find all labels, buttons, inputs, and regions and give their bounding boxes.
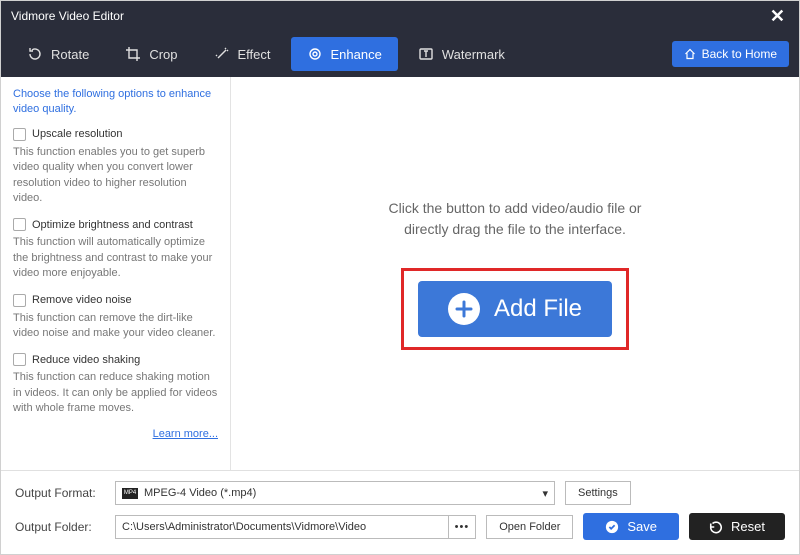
output-folder-row: Output Folder: C:\Users\Administrator\Do… xyxy=(15,513,785,540)
tab-label: Rotate xyxy=(51,47,89,62)
plus-icon xyxy=(448,293,480,325)
checkbox-icon[interactable] xyxy=(13,353,26,366)
app-title: Vidmore Video Editor xyxy=(11,9,766,23)
enhance-options-panel: Choose the following options to enhance … xyxy=(1,77,231,470)
body: Choose the following options to enhance … xyxy=(1,77,799,470)
crop-icon xyxy=(125,46,141,62)
home-button-label: Back to Home xyxy=(702,47,777,61)
tab-label: Enhance xyxy=(331,47,382,62)
settings-button[interactable]: Settings xyxy=(565,481,631,505)
toolbar: Rotate Crop Effect Enhance Watermark xyxy=(1,31,799,77)
tab-label: Crop xyxy=(149,47,177,62)
add-file-highlight: Add File xyxy=(401,268,629,350)
save-label: Save xyxy=(627,519,657,534)
home-icon xyxy=(684,48,696,60)
titlebar: Vidmore Video Editor ✕ xyxy=(1,1,799,31)
option-label: Remove video noise xyxy=(32,294,132,306)
option-brightness-desc: This function will automatically optimiz… xyxy=(13,235,218,281)
browse-folder-button[interactable]: ••• xyxy=(448,516,470,538)
tab-label: Effect xyxy=(238,47,271,62)
output-folder-label: Output Folder: xyxy=(15,520,105,534)
option-shaking-desc: This function can reduce shaking motion … xyxy=(13,370,218,416)
format-icon: MP4 xyxy=(122,488,138,499)
save-button[interactable]: Save xyxy=(583,513,679,540)
drop-hint: Click the button to add video/audio file… xyxy=(389,198,642,240)
enhance-icon xyxy=(307,46,323,62)
tab-effect[interactable]: Effect xyxy=(198,37,287,71)
add-file-button[interactable]: Add File xyxy=(418,281,612,337)
back-to-home-button[interactable]: Back to Home xyxy=(672,41,789,67)
output-format-value: MPEG-4 Video (*.mp4) xyxy=(144,487,256,499)
learn-more-link[interactable]: Learn more... xyxy=(13,428,218,440)
effect-icon xyxy=(214,46,230,62)
checkbox-icon[interactable] xyxy=(13,294,26,307)
reset-icon xyxy=(709,520,723,534)
tab-label: Watermark xyxy=(442,47,505,62)
open-folder-label: Open Folder xyxy=(499,521,560,533)
hint-line: directly drag the file to the interface. xyxy=(389,219,642,240)
output-format-label: Output Format: xyxy=(15,486,105,500)
checkbox-icon[interactable] xyxy=(13,128,26,141)
option-brightness[interactable]: Optimize brightness and contrast xyxy=(13,218,218,231)
tab-crop[interactable]: Crop xyxy=(109,37,193,71)
watermark-icon xyxy=(418,46,434,62)
rotate-icon xyxy=(27,46,43,62)
settings-label: Settings xyxy=(578,487,618,499)
footer: Output Format: MP4 MPEG-4 Video (*.mp4) … xyxy=(1,470,799,554)
sidebar-intro: Choose the following options to enhance … xyxy=(13,87,218,118)
option-upscale[interactable]: Upscale resolution xyxy=(13,128,218,141)
output-format-row: Output Format: MP4 MPEG-4 Video (*.mp4) … xyxy=(15,481,785,505)
output-folder-field[interactable]: C:\Users\Administrator\Documents\Vidmore… xyxy=(115,515,476,539)
tab-enhance[interactable]: Enhance xyxy=(291,37,398,71)
main-drop-area[interactable]: Click the button to add video/audio file… xyxy=(231,77,799,470)
hint-line: Click the button to add video/audio file… xyxy=(389,198,642,219)
open-folder-button[interactable]: Open Folder xyxy=(486,515,573,539)
option-noise[interactable]: Remove video noise xyxy=(13,294,218,307)
app-window: Vidmore Video Editor ✕ Rotate Crop Effec… xyxy=(0,0,800,555)
footer-actions: Save Reset xyxy=(583,513,785,540)
check-icon xyxy=(605,520,619,534)
option-label: Upscale resolution xyxy=(32,128,123,140)
option-label: Reduce video shaking xyxy=(32,354,140,366)
reset-label: Reset xyxy=(731,519,765,534)
option-noise-desc: This function can remove the dirt-like v… xyxy=(13,311,218,342)
checkbox-icon[interactable] xyxy=(13,218,26,231)
reset-button[interactable]: Reset xyxy=(689,513,785,540)
output-format-select[interactable]: MP4 MPEG-4 Video (*.mp4) ▾ xyxy=(115,481,555,505)
option-label: Optimize brightness and contrast xyxy=(32,219,193,231)
tab-rotate[interactable]: Rotate xyxy=(11,37,105,71)
chevron-down-icon: ▾ xyxy=(542,487,548,500)
add-file-label: Add File xyxy=(494,295,582,323)
close-icon[interactable]: ✕ xyxy=(766,6,789,27)
option-upscale-desc: This function enables you to get superb … xyxy=(13,145,218,207)
option-shaking[interactable]: Reduce video shaking xyxy=(13,353,218,366)
tab-watermark[interactable]: Watermark xyxy=(402,37,521,71)
output-folder-value: C:\Users\Administrator\Documents\Vidmore… xyxy=(122,521,366,533)
